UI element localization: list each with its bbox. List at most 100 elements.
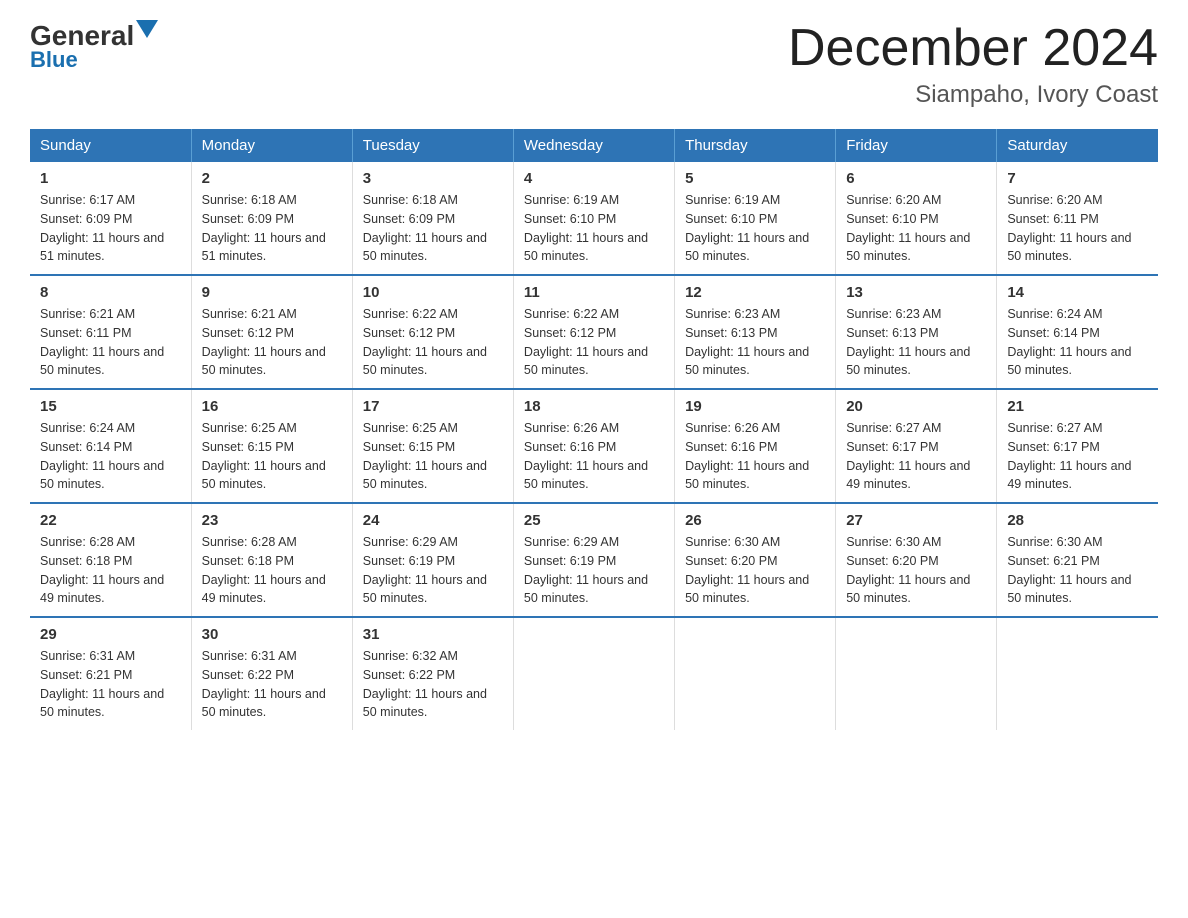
day-number: 29 — [40, 626, 181, 643]
day-info: Sunrise: 6:29 AM Sunset: 6:19 PM Dayligh… — [524, 533, 664, 608]
table-row: 29 Sunrise: 6:31 AM Sunset: 6:21 PM Dayl… — [30, 617, 191, 730]
day-info: Sunrise: 6:20 AM Sunset: 6:10 PM Dayligh… — [846, 191, 986, 266]
calendar-title: December 2024 — [788, 20, 1158, 77]
day-info: Sunrise: 6:25 AM Sunset: 6:15 PM Dayligh… — [363, 419, 503, 494]
table-row: 1 Sunrise: 6:17 AM Sunset: 6:09 PM Dayli… — [30, 162, 191, 275]
calendar-week-row: 29 Sunrise: 6:31 AM Sunset: 6:21 PM Dayl… — [30, 617, 1158, 730]
table-row — [513, 617, 674, 730]
calendar-table: Sunday Monday Tuesday Wednesday Thursday… — [30, 129, 1158, 730]
day-number: 28 — [1007, 512, 1148, 529]
table-row: 17 Sunrise: 6:25 AM Sunset: 6:15 PM Dayl… — [352, 389, 513, 503]
table-row — [997, 617, 1158, 730]
table-row: 13 Sunrise: 6:23 AM Sunset: 6:13 PM Dayl… — [836, 275, 997, 389]
day-number: 30 — [202, 626, 342, 643]
day-info: Sunrise: 6:24 AM Sunset: 6:14 PM Dayligh… — [40, 419, 181, 494]
header-wednesday: Wednesday — [513, 129, 674, 162]
day-number: 3 — [363, 170, 503, 187]
table-row: 19 Sunrise: 6:26 AM Sunset: 6:16 PM Dayl… — [675, 389, 836, 503]
day-info: Sunrise: 6:25 AM Sunset: 6:15 PM Dayligh… — [202, 419, 342, 494]
page-header: General Blue December 2024 Siampaho, Ivo… — [30, 20, 1158, 109]
table-row — [836, 617, 997, 730]
day-number: 16 — [202, 398, 342, 415]
table-row: 31 Sunrise: 6:32 AM Sunset: 6:22 PM Dayl… — [352, 617, 513, 730]
logo-general: General — [30, 22, 134, 50]
day-info: Sunrise: 6:19 AM Sunset: 6:10 PM Dayligh… — [524, 191, 664, 266]
table-row: 16 Sunrise: 6:25 AM Sunset: 6:15 PM Dayl… — [191, 389, 352, 503]
day-number: 2 — [202, 170, 342, 187]
day-info: Sunrise: 6:31 AM Sunset: 6:22 PM Dayligh… — [202, 647, 342, 722]
day-number: 13 — [846, 284, 986, 301]
day-number: 9 — [202, 284, 342, 301]
calendar-header-row: Sunday Monday Tuesday Wednesday Thursday… — [30, 129, 1158, 162]
day-info: Sunrise: 6:28 AM Sunset: 6:18 PM Dayligh… — [202, 533, 342, 608]
day-number: 26 — [685, 512, 825, 529]
header-friday: Friday — [836, 129, 997, 162]
day-number: 6 — [846, 170, 986, 187]
table-row: 25 Sunrise: 6:29 AM Sunset: 6:19 PM Dayl… — [513, 503, 674, 617]
day-info: Sunrise: 6:19 AM Sunset: 6:10 PM Dayligh… — [685, 191, 825, 266]
day-number: 27 — [846, 512, 986, 529]
day-number: 11 — [524, 284, 664, 301]
day-info: Sunrise: 6:22 AM Sunset: 6:12 PM Dayligh… — [524, 305, 664, 380]
day-info: Sunrise: 6:22 AM Sunset: 6:12 PM Dayligh… — [363, 305, 503, 380]
day-info: Sunrise: 6:21 AM Sunset: 6:12 PM Dayligh… — [202, 305, 342, 380]
day-number: 4 — [524, 170, 664, 187]
calendar-subtitle: Siampaho, Ivory Coast — [788, 81, 1158, 109]
day-number: 12 — [685, 284, 825, 301]
calendar-week-row: 15 Sunrise: 6:24 AM Sunset: 6:14 PM Dayl… — [30, 389, 1158, 503]
table-row: 12 Sunrise: 6:23 AM Sunset: 6:13 PM Dayl… — [675, 275, 836, 389]
header-sunday: Sunday — [30, 129, 191, 162]
day-info: Sunrise: 6:27 AM Sunset: 6:17 PM Dayligh… — [1007, 419, 1148, 494]
day-number: 1 — [40, 170, 181, 187]
table-row: 15 Sunrise: 6:24 AM Sunset: 6:14 PM Dayl… — [30, 389, 191, 503]
day-info: Sunrise: 6:24 AM Sunset: 6:14 PM Dayligh… — [1007, 305, 1148, 380]
day-number: 19 — [685, 398, 825, 415]
day-info: Sunrise: 6:21 AM Sunset: 6:11 PM Dayligh… — [40, 305, 181, 380]
header-thursday: Thursday — [675, 129, 836, 162]
day-info: Sunrise: 6:23 AM Sunset: 6:13 PM Dayligh… — [846, 305, 986, 380]
day-info: Sunrise: 6:29 AM Sunset: 6:19 PM Dayligh… — [363, 533, 503, 608]
table-row: 27 Sunrise: 6:30 AM Sunset: 6:20 PM Dayl… — [836, 503, 997, 617]
day-number: 17 — [363, 398, 503, 415]
table-row: 20 Sunrise: 6:27 AM Sunset: 6:17 PM Dayl… — [836, 389, 997, 503]
day-info: Sunrise: 6:30 AM Sunset: 6:20 PM Dayligh… — [685, 533, 825, 608]
day-number: 23 — [202, 512, 342, 529]
day-info: Sunrise: 6:26 AM Sunset: 6:16 PM Dayligh… — [685, 419, 825, 494]
day-number: 20 — [846, 398, 986, 415]
calendar-week-row: 1 Sunrise: 6:17 AM Sunset: 6:09 PM Dayli… — [30, 162, 1158, 275]
day-number: 21 — [1007, 398, 1148, 415]
calendar-week-row: 22 Sunrise: 6:28 AM Sunset: 6:18 PM Dayl… — [30, 503, 1158, 617]
table-row: 9 Sunrise: 6:21 AM Sunset: 6:12 PM Dayli… — [191, 275, 352, 389]
day-number: 22 — [40, 512, 181, 529]
table-row: 23 Sunrise: 6:28 AM Sunset: 6:18 PM Dayl… — [191, 503, 352, 617]
table-row: 26 Sunrise: 6:30 AM Sunset: 6:20 PM Dayl… — [675, 503, 836, 617]
day-info: Sunrise: 6:30 AM Sunset: 6:20 PM Dayligh… — [846, 533, 986, 608]
table-row: 5 Sunrise: 6:19 AM Sunset: 6:10 PM Dayli… — [675, 162, 836, 275]
day-info: Sunrise: 6:32 AM Sunset: 6:22 PM Dayligh… — [363, 647, 503, 722]
day-info: Sunrise: 6:17 AM Sunset: 6:09 PM Dayligh… — [40, 191, 181, 266]
calendar-week-row: 8 Sunrise: 6:21 AM Sunset: 6:11 PM Dayli… — [30, 275, 1158, 389]
logo: General Blue — [30, 20, 158, 73]
title-section: December 2024 Siampaho, Ivory Coast — [788, 20, 1158, 109]
day-number: 14 — [1007, 284, 1148, 301]
day-info: Sunrise: 6:31 AM Sunset: 6:21 PM Dayligh… — [40, 647, 181, 722]
logo-triangle-icon — [136, 20, 158, 38]
table-row: 21 Sunrise: 6:27 AM Sunset: 6:17 PM Dayl… — [997, 389, 1158, 503]
day-number: 7 — [1007, 170, 1148, 187]
header-monday: Monday — [191, 129, 352, 162]
day-number: 10 — [363, 284, 503, 301]
header-tuesday: Tuesday — [352, 129, 513, 162]
table-row: 24 Sunrise: 6:29 AM Sunset: 6:19 PM Dayl… — [352, 503, 513, 617]
day-number: 24 — [363, 512, 503, 529]
table-row: 2 Sunrise: 6:18 AM Sunset: 6:09 PM Dayli… — [191, 162, 352, 275]
table-row: 11 Sunrise: 6:22 AM Sunset: 6:12 PM Dayl… — [513, 275, 674, 389]
day-info: Sunrise: 6:26 AM Sunset: 6:16 PM Dayligh… — [524, 419, 664, 494]
table-row: 4 Sunrise: 6:19 AM Sunset: 6:10 PM Dayli… — [513, 162, 674, 275]
table-row: 22 Sunrise: 6:28 AM Sunset: 6:18 PM Dayl… — [30, 503, 191, 617]
logo-blue: Blue — [30, 47, 78, 73]
day-number: 18 — [524, 398, 664, 415]
table-row: 18 Sunrise: 6:26 AM Sunset: 6:16 PM Dayl… — [513, 389, 674, 503]
header-saturday: Saturday — [997, 129, 1158, 162]
day-info: Sunrise: 6:23 AM Sunset: 6:13 PM Dayligh… — [685, 305, 825, 380]
table-row: 3 Sunrise: 6:18 AM Sunset: 6:09 PM Dayli… — [352, 162, 513, 275]
